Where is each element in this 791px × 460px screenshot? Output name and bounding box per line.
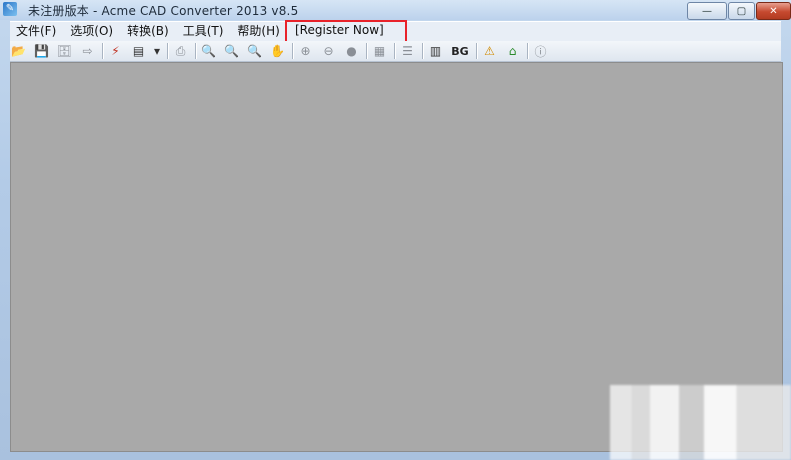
close-button[interactable]: ✕ bbox=[756, 2, 791, 20]
bg-button[interactable]: BG bbox=[450, 45, 470, 58]
layers-icon[interactable]: ▦ bbox=[371, 43, 388, 60]
window-title: 未注册版本 - Acme CAD Converter 2013 v8.5 bbox=[28, 4, 299, 18]
pan-icon[interactable]: ✋ bbox=[269, 43, 286, 60]
toolbar-separator bbox=[422, 43, 423, 59]
save-all-icon[interactable]: 🗄 bbox=[56, 43, 73, 60]
maximize-icon: ▢ bbox=[736, 5, 747, 17]
app-icon[interactable]: ✎ bbox=[3, 2, 17, 16]
toolbar-separator bbox=[167, 43, 168, 59]
menu-convert[interactable]: 转换(B) bbox=[120, 22, 176, 41]
layout-icon[interactable]: ☰ bbox=[399, 43, 416, 60]
toolbar-separator bbox=[195, 43, 196, 59]
menu-tools[interactable]: 工具(T) bbox=[176, 22, 231, 41]
zoom-realtime-icon[interactable]: ● bbox=[343, 43, 360, 60]
watermark-blur bbox=[610, 385, 791, 460]
save-icon[interactable]: 💾 bbox=[33, 43, 50, 60]
toolbar-separator bbox=[366, 43, 367, 59]
print-icon[interactable]: ⎙ bbox=[172, 43, 189, 60]
open-icon[interactable]: 📂 bbox=[10, 43, 27, 60]
toolbar-separator bbox=[102, 43, 103, 59]
menu-help[interactable]: 帮助(H) bbox=[230, 22, 286, 41]
minimize-icon: — bbox=[702, 5, 712, 17]
toolbar-separator bbox=[476, 43, 477, 59]
toolbar-separator bbox=[292, 43, 293, 59]
toolbar: 📂 💾 🗄 ⇨ ⚡ ▤ ▾ ⎙ 🔍 🔍 🔍 ✋ ⊕ ⊖ ● ▦ ☰ ▥ BG ⚠… bbox=[10, 41, 781, 62]
convert-icon[interactable]: ⚡ bbox=[107, 43, 124, 60]
zoom-window-icon[interactable]: 🔍 bbox=[246, 43, 263, 60]
toolbar-separator bbox=[394, 43, 395, 59]
menu-file[interactable]: 文件(F) bbox=[10, 22, 63, 41]
home-icon[interactable]: ⌂ bbox=[504, 43, 521, 60]
minimize-button[interactable]: — bbox=[687, 2, 727, 20]
export-icon[interactable]: ⇨ bbox=[79, 43, 96, 60]
dropdown-icon[interactable]: ▾ bbox=[153, 43, 161, 60]
batch-icon[interactable]: ▤ bbox=[130, 43, 147, 60]
menu-options[interactable]: 选项(O) bbox=[63, 22, 120, 41]
zoom-extents-icon[interactable]: ⊖ bbox=[320, 43, 337, 60]
info-icon[interactable]: ⓘ bbox=[532, 43, 549, 60]
maximize-button[interactable]: ▢ bbox=[728, 2, 755, 20]
app-window: ✎ 未注册版本 - Acme CAD Converter 2013 v8.5 —… bbox=[0, 0, 791, 460]
close-icon: ✕ bbox=[769, 5, 778, 17]
background-icon[interactable]: ▥ bbox=[427, 43, 444, 60]
zoom-out-icon[interactable]: 🔍 bbox=[200, 43, 217, 60]
zoom-prev-icon[interactable]: ⊕ bbox=[297, 43, 314, 60]
toolbar-separator bbox=[527, 43, 528, 59]
title-bar: ✎ 未注册版本 - Acme CAD Converter 2013 v8.5 —… bbox=[0, 0, 791, 20]
zoom-in-icon[interactable]: 🔍 bbox=[223, 43, 240, 60]
warning-icon[interactable]: ⚠ bbox=[481, 43, 498, 60]
